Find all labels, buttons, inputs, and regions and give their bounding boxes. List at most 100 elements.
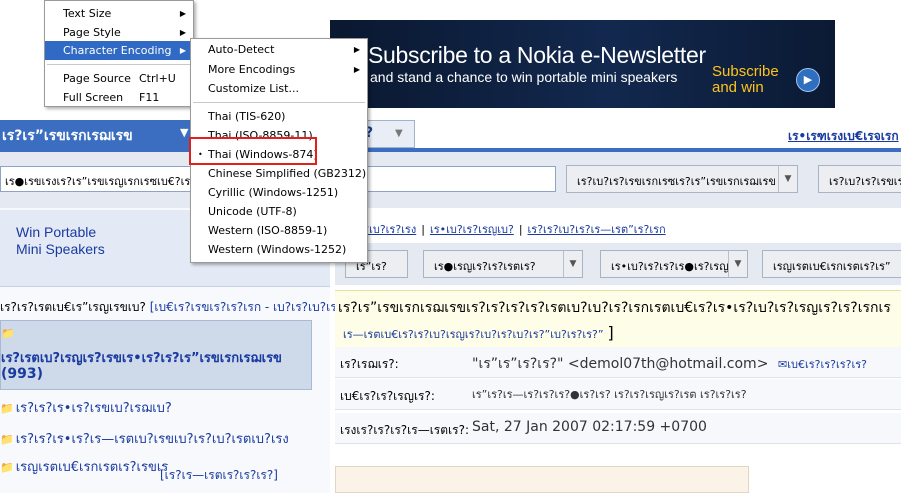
encoding-label: Unicode (UTF-8) <box>208 205 297 218</box>
chevron-down-icon[interactable]: ▼ <box>395 128 403 139</box>
banner-headline: Subscribe to a Nokia e-Newsletter <box>368 42 706 68</box>
menu-item-text-size[interactable]: Text Size ▶ <box>45 4 193 23</box>
folders-heading: เร?เร?เรตเบ€เร”เรญเรขเบ? [เบ€เร?เรขเร?เร… <box>0 298 348 317</box>
folder-icon: 📁 <box>1 327 15 340</box>
menu-item-label: Customize List... <box>208 82 299 95</box>
header-value-date: Sat, 27 Jan 2007 02:17:59 +0700 <box>472 419 707 435</box>
move-label: เร•เบ?เร?เร?เร●เร?เรญ <box>611 260 729 273</box>
subject-sub-text: เร—เรตเบ€เร?เร?เบ?เรญเร?เบ?เร?เบ?เร?”เบ?… <box>343 328 604 341</box>
search-go-button[interactable]: เร?เบ?เร?เรขเรก <box>818 165 901 193</box>
menu-item-character-encoding[interactable]: Character Encoding ▶ <box>45 41 193 60</box>
encoding-label: Western (ISO-8859-1) <box>208 224 328 237</box>
menu-item-shortcut: F11 <box>139 91 160 104</box>
promo-text[interactable]: Win Portable Mini Speakers <box>16 224 105 258</box>
folder-sub-link[interactable]: [เร?เร—เรตเร?เร?เร?] <box>160 466 278 485</box>
chevron-down-icon[interactable]: ▼ <box>563 251 582 277</box>
encoding-label: Western (Windows-1252) <box>208 243 347 256</box>
character-encoding-menu: Auto-Detect ▶ More Encodings ▶ Customize… <box>190 38 368 263</box>
banner-cta-line1: Subscribe <box>712 63 779 80</box>
folder-label: เรญเรตเบ€เรกเรตเร?เรขเร <box>15 460 169 475</box>
header-key: เรงเร?เร?เร?เร—เรตเร?: <box>340 423 469 437</box>
header-key: เบ€เร?เร?เรญเร?: <box>340 389 435 403</box>
submenu-arrow-icon: ▶ <box>353 45 360 54</box>
menu-item-label: Page Style <box>63 26 121 39</box>
subject-bar: เร?เร”เรขเรกเรฌเรขเร?เร?เร?เร?เรตเบ?เบ?เ… <box>335 290 901 348</box>
menu-item-auto-detect[interactable]: Auto-Detect ▶ <box>191 40 367 59</box>
encoding-option[interactable]: Unicode (UTF-8) <box>191 202 367 221</box>
folder-label: เร?เร?เร•เร?เรขเบ?เรฌเบ? <box>15 401 172 416</box>
encoding-label: Thai (TIS-620) <box>208 110 286 123</box>
submenu-arrow-icon: ▶ <box>353 65 360 74</box>
encoding-option[interactable]: Cyrillic (Windows-1251) <box>191 183 367 202</box>
folder-icon: 📁 <box>0 402 14 415</box>
folder-icon: 📁 <box>0 433 14 446</box>
menu-item-shortcut: Ctrl+U <box>139 72 176 85</box>
add-contact-link[interactable]: ✉เบ€เร?เร?เร?เร? <box>778 355 867 373</box>
move-button[interactable]: เร•เบ?เร?เร?เร●เร?เรญ ▼ <box>600 250 748 278</box>
menu-item-page-source[interactable]: Page Source Ctrl+U <box>45 69 193 88</box>
message-subject: เร?เร”เรขเรกเรฌเรขเร?เร?เร?เร?เรตเบ?เบ?เ… <box>338 300 891 316</box>
message-subject-sub: เร—เรตเบ€เร?เร?เบ?เรญเร?เบ?เร?เบ?เร?”เบ?… <box>343 323 614 343</box>
encoding-option[interactable]: Thai (TIS-620) <box>191 107 367 126</box>
encoding-option[interactable]: Thai (ISO-8859-11) <box>191 126 367 145</box>
search-scope-button[interactable]: เร?เบ?เร?เรขเรกเรซเร?เร”เรขเรกเรฌเรข ▼ <box>566 165 798 193</box>
message-body <box>335 466 749 493</box>
menu-item-more-encodings[interactable]: More Encodings ▶ <box>191 60 367 79</box>
folder-item[interactable]: 📁 เร?เร?เร•เร?เรขเบ?เรฌเบ? <box>0 397 172 418</box>
menu-item-label: More Encodings <box>208 63 296 76</box>
menu-separator <box>47 64 191 65</box>
menu-item-label: Text Size <box>63 7 112 20</box>
folder-inbox-selected[interactable]: 📁 เร?เรตเบ?เรญเร?เรขเร•เร?เร?เร”เรขเรกเร… <box>0 320 312 390</box>
right-header-link[interactable]: เร•เรฑเรงเบ€เรจเรก <box>788 127 899 146</box>
menu-item-full-screen[interactable]: Full Screen F11 <box>45 88 193 106</box>
search-scope-label: เร?เบ?เร?เรขเรกเรซเร?เร”เรขเรกเรฌเรข <box>577 175 776 188</box>
encoding-option[interactable]: Western (Windows-1252) <box>191 240 367 259</box>
filter-link-3[interactable]: เร?เร?เบ?เร?เร—เรต”เร?เรก <box>528 223 666 236</box>
folders-title: เร?เร?เรตเบ€เร”เรญเรขเบ? <box>0 300 146 314</box>
menu-item-label: Full Screen <box>63 91 124 104</box>
promo-line1: Win Portable <box>16 224 97 240</box>
app-title: เร?เร”เรขเรกเรฌเรข <box>2 128 133 144</box>
more-actions-button[interactable]: เรญเรตเบ€เรกเรตเร?เร” <box>762 250 901 278</box>
menu-item-customize-list[interactable]: Customize List... <box>191 79 367 98</box>
folder-count: (993) <box>1 366 44 382</box>
banner-cta-line2: and win <box>712 79 764 96</box>
encoding-option[interactable]: Western (ISO-8859-1) <box>191 221 367 240</box>
header-row-date: เรงเร?เร?เร?เร—เรตเร?: Sat, 27 Jan 2007 … <box>335 413 901 444</box>
menu-separator <box>193 102 365 103</box>
folder-name: เร?เรตเบ?เรญเร?เรขเร•เร?เร?เร”เรขเรกเรฌเ… <box>1 351 282 366</box>
header-row-to: เบ€เร?เร?เรญเร?: เร”เร?เร—เร?เร?เร?●เร?เ… <box>335 379 901 410</box>
folders-hint[interactable]: [เบ€เร?เรขเร?เร?เรก - เบ?เร?เบ?เร?] <box>150 300 348 314</box>
menu-item-page-style[interactable]: Page Style ▶ <box>45 23 193 42</box>
radio-bullet-icon: • <box>198 150 203 159</box>
encoding-label: Cyrillic (Windows-1251) <box>208 186 339 199</box>
folder-label: เร?เร?เร•เร?เร—เรตเบ?เรขเบ?เร?เบ?เรตเบ?เ… <box>15 432 289 447</box>
play-icon[interactable]: ▶ <box>796 68 820 92</box>
header-key: เร?เรฌเร?: <box>340 357 399 371</box>
header-value-from[interactable]: "เร”เร”เร?เร?" <demol07th@hotmail.com> <box>472 353 768 375</box>
submenu-arrow-icon: ▶ <box>179 28 186 37</box>
encoding-option[interactable]: Chinese Simplified (GB2312) <box>191 164 367 183</box>
folder-item[interactable]: 📁 เรญเรตเบ€เรกเรตเร?เรขเร <box>0 456 168 477</box>
more-actions-label: เรญเรตเบ€เรกเรตเร?เร” <box>773 260 891 273</box>
folder-icon: 📁 <box>0 461 14 474</box>
folder-item[interactable]: 📁 เร?เร?เร•เร?เร—เรตเบ?เรขเบ?เร?เบ?เรตเบ?… <box>0 428 289 449</box>
chevron-down-icon[interactable]: ▼ <box>180 126 188 139</box>
nokia-banner-ad[interactable]: Subscribe to a Nokia e-Newsletter and st… <box>330 20 835 108</box>
filter-link-2[interactable]: เร•เบ?เร?เรญเบ? <box>430 223 514 236</box>
forward-button[interactable]: เร●เรญเร?เร?เรตเร? ▼ <box>423 250 583 278</box>
chevron-down-icon[interactable]: ▼ <box>728 251 747 277</box>
banner-cta[interactable]: Subscribe and win <box>712 64 779 96</box>
forward-label: เร●เรญเร?เร?เรตเร? <box>434 260 536 273</box>
encoding-option-selected[interactable]: • Thai (Windows-874) <box>191 145 367 164</box>
header-row-from: เร?เรฌเร?: "เร”เร”เร?เร?" <demol07th@hot… <box>335 347 901 378</box>
submenu-arrow-icon: ▶ <box>179 9 186 18</box>
message-filters: เบ?เร?เบ?เร?เรง | เร•เบ?เร?เรญเบ? | เร?เร?เบ… <box>337 223 666 236</box>
menu-item-label: Auto-Detect <box>208 43 275 56</box>
promo-line2: Mini Speakers <box>16 241 105 257</box>
banner-subline: and stand a chance to win portable mini … <box>370 69 678 85</box>
encoding-label: Thai (ISO-8859-11) <box>208 129 313 142</box>
encoding-label: Thai (Windows-874) <box>208 148 318 161</box>
submenu-arrow-icon: ▶ <box>179 46 186 55</box>
chevron-down-icon[interactable]: ▼ <box>778 166 797 192</box>
